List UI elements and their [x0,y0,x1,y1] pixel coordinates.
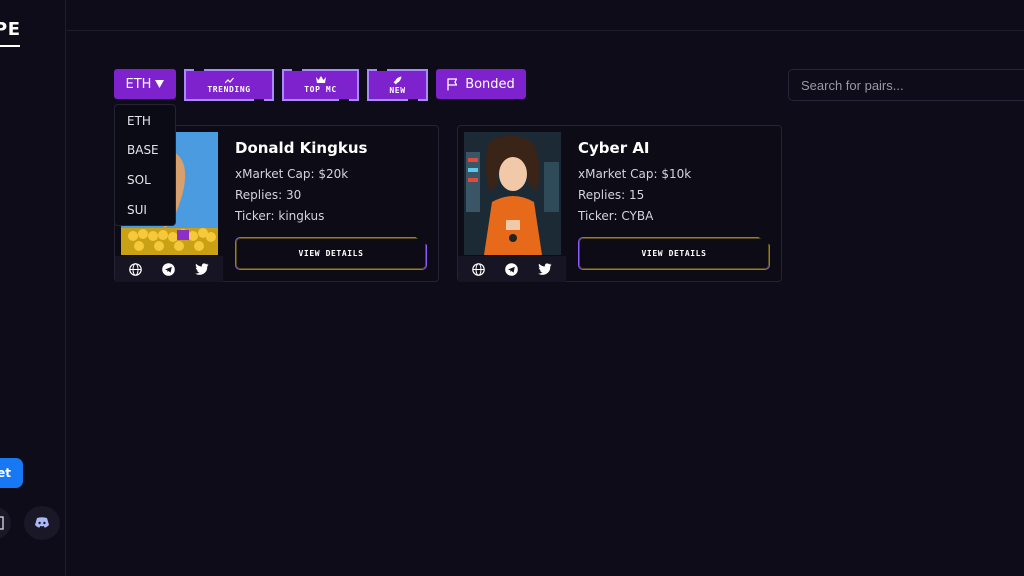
rocket-icon [393,76,402,84]
trending-up-icon [224,77,234,83]
twitter-icon[interactable] [538,263,552,275]
chain-dropdown-menu: ETH BASE SOL SUI [114,104,176,226]
view-details-button[interactable]: VIEW DETAILS [235,237,427,270]
crown-icon [315,76,326,83]
wallet-button-label: let [0,466,11,480]
bonded-label: Bonded [465,76,515,92]
chain-option-sol[interactable]: SOL [127,173,151,187]
search-pairs-input[interactable] [788,69,1024,101]
view-details-button[interactable]: VIEW DETAILS [578,237,770,270]
card-title[interactable]: Cyber AI [578,139,650,157]
logo-underline [0,45,20,47]
discord-button[interactable] [24,506,60,540]
card-market-cap: xMarket Cap: $20k [235,167,349,181]
card-market-cap: xMarket Cap: $10k [578,167,692,181]
card-title[interactable]: Donald Kingkus [235,139,367,157]
globe-icon[interactable] [472,262,485,276]
card-ticker: Ticker: CYBA [578,209,654,223]
top-header-bar [66,0,1024,31]
card-replies: Replies: 30 [235,188,302,202]
chain-selector[interactable]: ETH [114,69,176,99]
token-card[interactable]: Cyber AI xMarket Cap: $10k Replies: 15 T… [457,125,782,282]
bonded-filter-button[interactable]: Bonded [436,69,526,99]
discord-icon [35,517,49,528]
new-filter-button[interactable]: NEW [367,69,428,101]
telegram-icon[interactable] [162,262,175,276]
new-label: NEW [389,85,406,95]
trending-label: TRENDING [207,84,251,94]
x-social-button[interactable] [0,506,11,540]
card-social-links [115,256,223,282]
top-mc-label: TOP MC [304,85,337,94]
token-image-art [464,132,561,255]
token-image[interactable] [464,132,561,255]
x-icon [0,516,4,530]
card-ticker: Ticker: kingkus [235,209,325,223]
chain-option-base[interactable]: BASE [127,143,159,157]
twitter-icon[interactable] [195,263,209,275]
sidebar: PE S EN S let [0,0,66,576]
globe-icon[interactable] [129,262,142,276]
trending-filter-button[interactable]: TRENDING [184,69,274,101]
card-social-links [458,256,566,282]
flag-icon [447,77,458,90]
chain-option-eth[interactable]: ETH [127,114,151,128]
connect-wallet-button[interactable]: let [0,458,23,488]
telegram-icon[interactable] [505,262,518,276]
caret-down-icon [155,80,165,88]
card-replies: Replies: 15 [578,188,645,202]
top-mc-filter-button[interactable]: TOP MC [282,69,359,101]
chain-option-sui[interactable]: SUI [127,203,147,217]
logo[interactable]: PE [0,19,21,40]
chain-selector-label: ETH [125,76,152,92]
